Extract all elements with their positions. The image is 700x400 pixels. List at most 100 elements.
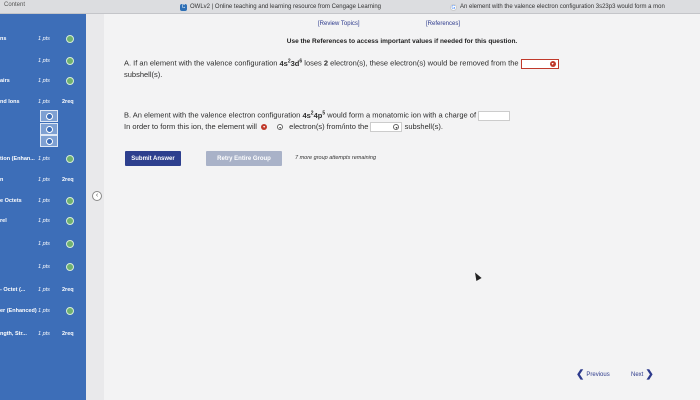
qb-line2-b: electron(s) from/into the xyxy=(289,121,369,131)
references-link[interactable]: [References] xyxy=(426,21,460,27)
sidebar-item-points: 1 pts xyxy=(38,264,50,270)
tab-google-title: An element with the valence electron con… xyxy=(460,4,665,10)
radio-icon xyxy=(45,125,53,133)
qa-suffix: electron(s), these electron(s) would be … xyxy=(328,58,519,68)
sidebar-item-label: ngth, Str... xyxy=(0,331,27,337)
tab-content[interactable]: Content xyxy=(4,2,25,8)
sidebar-subitem-3[interactable] xyxy=(40,135,58,147)
browser-tab-bar: Content C OWLv2 | Online teaching and le… xyxy=(0,0,700,14)
check-icon xyxy=(66,217,74,225)
radio-icon xyxy=(45,137,53,145)
qa-prefix: A. If an element with the valence config… xyxy=(124,58,280,68)
sidebar-item-label: - Octet (... xyxy=(0,287,26,293)
assignment-sidebar: ns 1 pts 1 pts airs 1 pts nd Ions 1 pts 2req tio… xyxy=(0,14,86,400)
qa-tail: subshell(s). xyxy=(124,69,163,79)
sidebar-subitem-2[interactable] xyxy=(40,123,58,135)
sidebar-item-points: 1 pts xyxy=(38,308,50,314)
previous-button[interactable]: ❮ Previous xyxy=(576,369,610,380)
sidebar-item-points: 1 pts xyxy=(38,198,50,204)
qa-subshell-dropdown[interactable]: ▾ xyxy=(520,58,559,69)
qb-subshell-dropdown[interactable]: ▾ xyxy=(370,121,403,132)
sidebar-item-points: 1 pts xyxy=(38,241,50,247)
sidebar-item-points: 1 pts xyxy=(38,36,50,42)
chevron-left-icon: ❮ xyxy=(576,369,585,380)
previous-label: Previous xyxy=(586,371,610,378)
sidebar-item-label: tion (Enhan... xyxy=(0,156,35,162)
check-icon xyxy=(66,197,74,205)
submit-answer-button[interactable]: Submit Answer xyxy=(125,151,181,166)
dropdown-icon: ▾ xyxy=(261,123,268,130)
sidebar-item-points: 1 pts xyxy=(38,331,50,337)
sidebar-item-points: 1 pts xyxy=(38,156,50,162)
retry-group-button[interactable]: Retry Entire Group xyxy=(206,151,282,166)
sidebar-item-label: rel xyxy=(0,218,7,224)
attempts-remaining: 7 more group attempts remaining xyxy=(295,155,377,161)
check-icon xyxy=(66,57,74,65)
qb-prefix: B. An element with the valence electron … xyxy=(124,110,303,120)
sidebar-item[interactable]: n 1 pts 2req xyxy=(0,173,86,187)
sidebar-item[interactable]: airs 1 pts xyxy=(0,74,86,88)
sidebar-item[interactable]: e Octets 1 pts xyxy=(0,194,86,208)
sidebar-item[interactable]: er (Enhanced) 1 pts xyxy=(0,304,86,318)
check-icon xyxy=(66,155,74,163)
instruction-text: Use the References to access important v… xyxy=(286,38,518,45)
qb-charge-input[interactable] xyxy=(478,110,511,121)
sidebar-item[interactable]: ns 1 pts xyxy=(0,32,86,46)
sidebar-item[interactable]: ngth, Str... 1 pts 2req xyxy=(0,327,86,341)
next-button[interactable]: Next ❯ xyxy=(631,369,654,380)
sidebar-item[interactable]: nd Ions 1 pts 2req xyxy=(0,95,86,109)
dropdown-icon: ▾ xyxy=(277,123,284,130)
sidebar-item-label: n xyxy=(0,177,4,183)
cengage-icon: C xyxy=(180,3,187,11)
sidebar-item-label: er (Enhanced) xyxy=(0,308,37,314)
sidebar-item[interactable]: 1 pts xyxy=(0,237,86,251)
sidebar-item-label: nd Ions xyxy=(0,99,20,105)
radio-icon xyxy=(45,112,53,120)
check-icon xyxy=(66,263,74,271)
sidebar-item-label: ns xyxy=(0,36,7,42)
sidebar-item-points: 1 pts xyxy=(38,99,50,105)
reference-links: [Review Topics] [References] xyxy=(104,21,700,31)
sidebar-item[interactable]: rel 1 pts xyxy=(0,214,86,228)
tab-google[interactable]: G An element with the valence electron c… xyxy=(450,1,700,13)
check-icon xyxy=(66,35,74,43)
sidebar-item-points: 1 pts xyxy=(38,287,50,293)
dropdown-icon: ▾ xyxy=(549,61,556,68)
sidebar-item[interactable]: - Octet (... 1 pts 2req xyxy=(0,283,86,297)
check-icon xyxy=(66,240,74,248)
qa-middle: loses xyxy=(302,58,324,68)
sidebar-item[interactable]: 1 pts xyxy=(0,260,86,274)
review-topics-link[interactable]: [Review Topics] xyxy=(318,21,360,27)
question-b: B. An element with the valence electron … xyxy=(124,108,664,132)
question-a: A. If an element with the valence config… xyxy=(124,56,664,80)
check-icon xyxy=(66,77,74,85)
tab-owl-title: OWLv2 | Online teaching and learning res… xyxy=(190,4,382,10)
qb-line2-a: In order to form this ion, the element w… xyxy=(124,121,257,131)
qb-config-1: 4s xyxy=(302,110,311,120)
google-icon: G xyxy=(450,3,457,11)
qb-gain-lose-dropdown[interactable]: ▾ ▾ xyxy=(259,122,287,132)
dropdown-icon: ▾ xyxy=(393,124,400,131)
qa-config-1: 4s xyxy=(279,58,288,68)
chevron-right-icon: ❯ xyxy=(645,369,654,380)
sidebar-item-points: 1 pts xyxy=(38,218,50,224)
sidebar-subitem-1[interactable] xyxy=(40,110,58,122)
next-label: Next xyxy=(631,371,644,378)
qb-suffix: would form a monatomic ion with a charge… xyxy=(325,110,477,120)
question-panel: [Review Topics] [References] Use the Ref… xyxy=(104,14,700,400)
sidebar-item-points: 1 pts xyxy=(38,78,50,84)
sidebar-item-label: e Octets xyxy=(0,198,22,204)
mouse-cursor-icon xyxy=(472,271,482,281)
sidebar-item-required: 2req xyxy=(62,99,74,105)
sidebar-item-label: airs xyxy=(0,78,10,84)
check-icon xyxy=(66,307,74,315)
sidebar-item[interactable]: 1 pts xyxy=(0,54,86,68)
sidebar-item-points: 1 pts xyxy=(38,58,50,64)
sidebar-item[interactable]: tion (Enhan... 1 pts xyxy=(0,152,86,166)
collapse-sidebar-icon[interactable]: ‹ xyxy=(92,191,102,201)
qb-line2-c: subshell(s). xyxy=(404,121,443,131)
sidebar-item-required: 2req xyxy=(62,331,74,337)
tab-owl[interactable]: C OWLv2 | Online teaching and learning r… xyxy=(180,1,430,13)
sidebar-item-points: 1 pts xyxy=(38,177,50,183)
sidebar-item-required: 2req xyxy=(62,287,74,293)
